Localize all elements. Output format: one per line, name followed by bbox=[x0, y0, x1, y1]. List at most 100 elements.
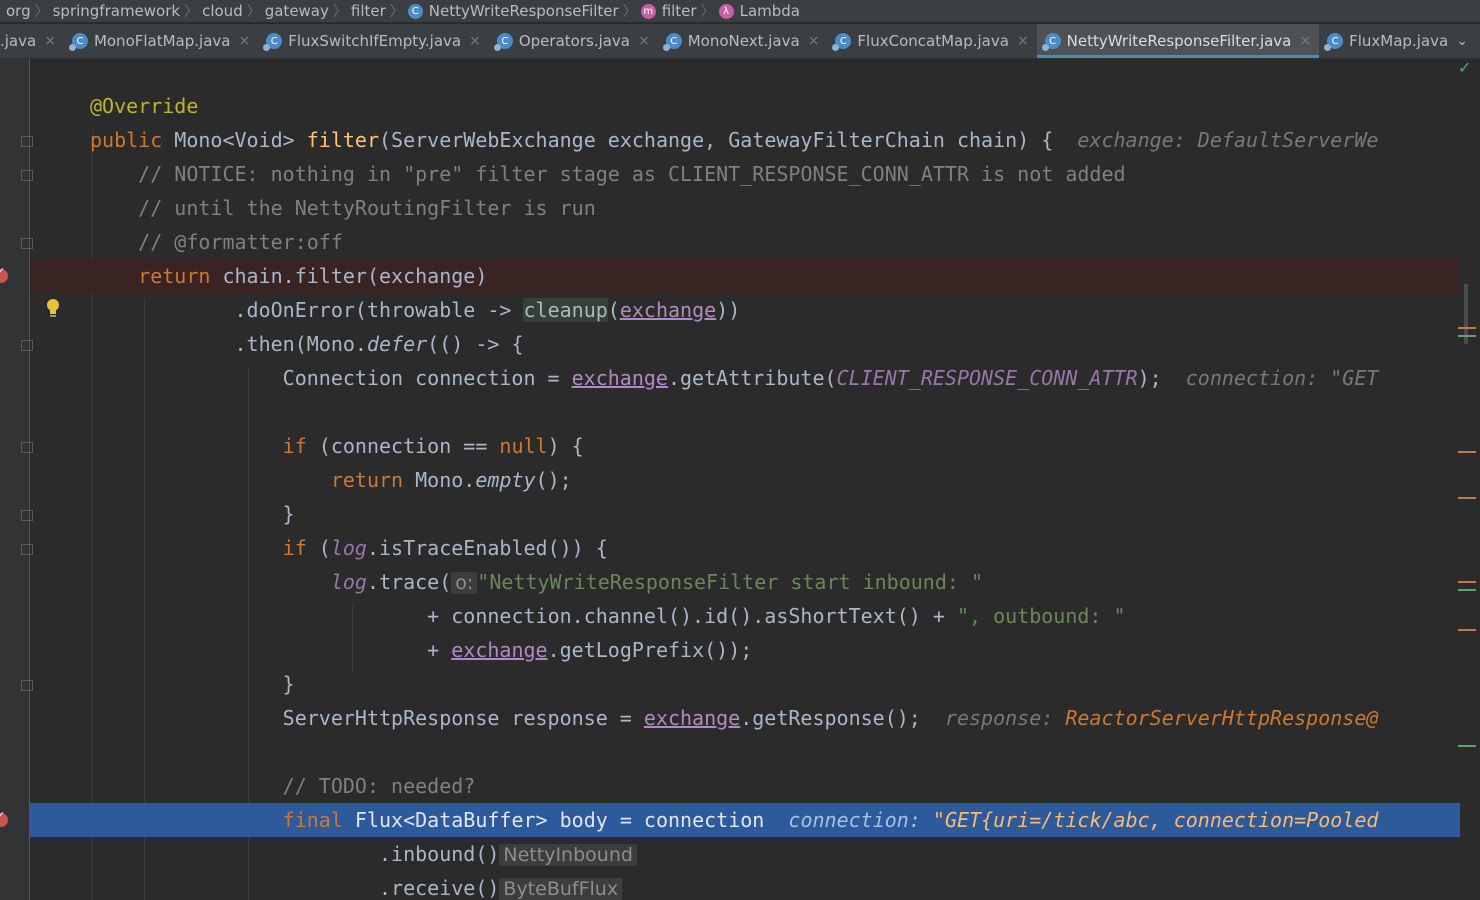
code-line[interactable]: } bbox=[30, 667, 1460, 701]
code-line[interactable]: + connection.channel().id().asShortText(… bbox=[30, 599, 1460, 633]
keyword: if bbox=[282, 434, 307, 458]
class-icon: C bbox=[493, 33, 513, 51]
breadcrumb-item-cloud[interactable]: cloud bbox=[202, 0, 243, 22]
comment: // TODO: needed? bbox=[282, 774, 476, 798]
code-line[interactable]: return Mono.empty(); bbox=[30, 463, 1460, 497]
tab-operators[interactable]: C Operators.java × bbox=[489, 24, 658, 58]
code-text: Mono<Void> bbox=[162, 128, 307, 152]
code-editor[interactable]: @Override public Mono<Void> filter(Serve… bbox=[30, 59, 1460, 900]
chevron-right-icon: 〉 bbox=[34, 4, 49, 20]
stripe-marker[interactable] bbox=[1458, 629, 1476, 631]
code-line[interactable]: // NOTICE: nothing in "pre" filter stage… bbox=[30, 157, 1460, 191]
execution-point-line[interactable]: final Flux<DataBuffer> body = connection… bbox=[30, 803, 1460, 837]
static-method: empty bbox=[475, 468, 536, 492]
code-line[interactable]: } bbox=[30, 497, 1460, 531]
code-text: (() -> { bbox=[427, 332, 524, 356]
tab-monoflatmap[interactable]: C MonoFlatMap.java × bbox=[64, 24, 258, 58]
close-icon[interactable]: × bbox=[238, 33, 250, 49]
code-line[interactable]: // until the NettyRoutingFilter is run bbox=[30, 191, 1460, 225]
inspection-ok-check-icon[interactable]: ✓ bbox=[1458, 58, 1471, 77]
tab-fluxmap[interactable]: C FluxMap.java bbox=[1319, 24, 1456, 58]
code-line[interactable]: Connection connection = exchange.getAttr… bbox=[30, 361, 1460, 395]
stripe-marker[interactable] bbox=[1458, 497, 1476, 499]
breakpoint-icon[interactable] bbox=[0, 265, 8, 283]
code-text: )) bbox=[716, 298, 741, 322]
breakpoint-icon[interactable] bbox=[0, 809, 8, 827]
stripe-marker[interactable] bbox=[1458, 335, 1476, 337]
parameter-ref: exchange bbox=[451, 638, 548, 662]
code-line[interactable]: // @formatter:off bbox=[30, 225, 1460, 259]
code-line[interactable]: log.trace(o: "NettyWriteResponseFilter st… bbox=[30, 565, 1460, 599]
stripe-marker[interactable] bbox=[1458, 745, 1476, 747]
code-text: Connection connection = bbox=[282, 366, 572, 390]
tab-mononext[interactable]: C MonoNext.java × bbox=[658, 24, 828, 58]
code-text: .getLogPrefix()); bbox=[547, 638, 753, 662]
code-text: ( bbox=[306, 536, 331, 560]
code-line[interactable]: .receive() ByteBufFlux bbox=[30, 871, 1460, 900]
code-line[interactable]: @Override bbox=[30, 89, 1460, 123]
code-line[interactable]: + exchange.getLogPrefix()); bbox=[30, 633, 1460, 667]
error-stripe[interactable] bbox=[1458, 59, 1480, 900]
tab-partial-java[interactable]: .java × bbox=[0, 24, 64, 58]
constant: CLIENT_RESPONSE_CONN_ATTR bbox=[836, 366, 1138, 390]
code-text: + connection.channel().id().asShortText(… bbox=[427, 604, 957, 628]
comment: // until the NettyRoutingFilter is run bbox=[138, 196, 596, 220]
code-line[interactable]: if (connection == null) { bbox=[30, 429, 1460, 463]
close-icon[interactable]: × bbox=[469, 33, 481, 49]
type-hint: NettyInbound bbox=[499, 844, 637, 866]
editor-gutter[interactable] bbox=[0, 59, 33, 900]
tab-nettywriteresponsefilter[interactable]: C NettyWriteResponseFilter.java × bbox=[1036, 24, 1320, 58]
class-icon: C bbox=[68, 33, 88, 51]
chevron-right-icon: 〉 bbox=[246, 4, 261, 20]
close-icon[interactable]: × bbox=[808, 33, 820, 49]
code-text: .getAttribute( bbox=[667, 366, 837, 390]
code-line[interactable]: .then(Mono.defer(() -> { bbox=[30, 327, 1460, 361]
tab-overflow-chevron-icon[interactable]: ⌄ bbox=[1456, 24, 1468, 58]
class-icon: C bbox=[832, 33, 852, 51]
close-icon[interactable]: × bbox=[1299, 33, 1311, 49]
breadcrumb-item-springframework[interactable]: springframework bbox=[53, 0, 180, 22]
code-text: chain.filter(exchange) bbox=[210, 264, 488, 288]
breadcrumb-item-filter-package[interactable]: filter bbox=[351, 0, 386, 22]
stripe-marker[interactable] bbox=[1458, 327, 1476, 329]
close-icon[interactable]: × bbox=[44, 33, 56, 49]
code-text: .isTraceEnabled()) { bbox=[366, 536, 608, 560]
close-icon[interactable]: × bbox=[1017, 33, 1029, 49]
inline-debug-value: connection: "GET bbox=[1185, 366, 1379, 390]
close-icon[interactable]: × bbox=[638, 33, 650, 49]
breakpoint-line[interactable]: return chain.filter(exchange) bbox=[30, 259, 1460, 293]
static-field: log bbox=[330, 536, 367, 560]
code-line[interactable]: // TODO: needed? bbox=[30, 769, 1460, 803]
breadcrumb-item-gateway[interactable]: gateway bbox=[265, 0, 329, 22]
static-field: log bbox=[330, 570, 367, 594]
breadcrumb-item-method[interactable]: m filter bbox=[640, 0, 697, 22]
chevron-right-icon: 〉 bbox=[700, 4, 715, 20]
inline-debug-value: "GET{uri=/tick/abc, connection=Pooled bbox=[932, 808, 1379, 832]
code-line[interactable]: .doOnError(throwable -> cleanup(exchange… bbox=[30, 293, 1460, 327]
code-line[interactable]: .inbound() NettyInbound bbox=[30, 837, 1460, 871]
code-text: (ServerWebExchange exchange, GatewayFilt… bbox=[379, 128, 1054, 152]
code-text: (connection == bbox=[306, 434, 500, 458]
stripe-marker[interactable] bbox=[1458, 589, 1476, 591]
keyword: if bbox=[282, 536, 307, 560]
code-text: .inbound() bbox=[378, 842, 500, 866]
code-line[interactable]: ServerHttpResponse response = exchange.g… bbox=[30, 701, 1460, 735]
stripe-marker[interactable] bbox=[1458, 581, 1476, 583]
annotation-text: @Override bbox=[90, 94, 199, 118]
comment: // @formatter:off bbox=[138, 230, 343, 254]
code-text: ) { bbox=[547, 434, 584, 458]
code-line[interactable]: if (log.isTraceEnabled()) { bbox=[30, 531, 1460, 565]
breadcrumb-item-lambda[interactable]: λ Lambda bbox=[718, 0, 800, 22]
inline-debug-value: exchange: DefaultServerWe bbox=[1077, 128, 1379, 152]
keyword: final bbox=[282, 808, 343, 832]
breadcrumb-item-class[interactable]: C NettyWriteResponseFilter bbox=[407, 0, 619, 22]
breadcrumb-item-org[interactable]: org bbox=[0, 0, 31, 22]
lightbulb-icon[interactable] bbox=[45, 297, 61, 319]
code-text: + bbox=[427, 638, 452, 662]
tab-fluxswitchifempty[interactable]: C FluxSwitchIfEmpty.java × bbox=[258, 24, 489, 58]
keyword: null bbox=[499, 434, 548, 458]
stripe-marker[interactable] bbox=[1458, 451, 1476, 453]
breadcrumb: org 〉 springframework 〉 cloud 〉 gateway … bbox=[0, 0, 1480, 22]
tab-fluxconcatmap[interactable]: C FluxConcatMap.java × bbox=[827, 24, 1036, 58]
code-line[interactable]: public Mono<Void> filter(ServerWebExchan… bbox=[30, 123, 1460, 157]
